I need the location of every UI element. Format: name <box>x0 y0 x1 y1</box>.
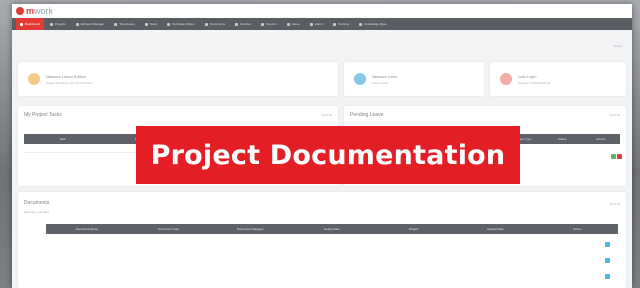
nav-icon <box>309 22 313 26</box>
logo-text: work <box>34 6 54 16</box>
title-banner: Project Documentation <box>136 126 520 184</box>
nav-label: Purchase Orders <box>172 22 195 26</box>
nav-label: Dashboard <box>25 22 40 26</box>
panel-title: Documents <box>24 200 50 206</box>
nav-label: Timesheets <box>119 22 135 26</box>
nav-label: Reports <box>266 22 277 26</box>
column-header[interactable]: Expiry Date <box>291 227 373 231</box>
nav-label: Invoices <box>240 22 252 26</box>
column-header[interactable]: Actions <box>581 137 620 141</box>
nav-item-documents[interactable]: Documents <box>201 18 229 30</box>
nav-icon <box>204 22 208 26</box>
panel-title: Pending Leave <box>350 112 384 118</box>
logo-prefix: m <box>26 6 35 16</box>
breadcrumb[interactable]: Home <box>614 44 622 48</box>
nav-label: Admin <box>314 22 324 26</box>
nav-item-leave[interactable]: Leave <box>283 18 304 30</box>
nav-icon <box>75 22 79 26</box>
column-header[interactable]: Status <box>543 137 582 141</box>
column-header[interactable]: Upload Date <box>455 227 537 231</box>
main-nav: Dashboard Projects Address Manager Timeshee… <box>12 18 632 30</box>
links-icon <box>354 73 366 85</box>
column-header[interactable]: Project <box>373 227 455 231</box>
stat-title: Network Latest Edition <box>46 73 87 79</box>
panel-subtitle: Recently uploaded <box>24 210 49 214</box>
view-document-button[interactable] <box>605 242 610 247</box>
nav-item-reports[interactable]: Reports <box>257 18 281 30</box>
nav-label: Projects <box>54 22 66 26</box>
stat-subtitle: Project Numbers: 43 of this Period <box>46 80 92 85</box>
nav-item-invoices[interactable]: Invoices <box>231 18 255 30</box>
column-header[interactable]: Document Type <box>128 227 210 231</box>
nav-item-purchase-orders[interactable]: Purchase Orders <box>163 18 199 30</box>
view-all-link[interactable]: View All <box>610 113 620 117</box>
column-header[interactable]: Document Name <box>46 227 128 231</box>
panel-title: My Project Tasks <box>24 112 62 118</box>
nav-item-tasks[interactable]: Tasks <box>141 18 162 30</box>
nav-icon <box>235 22 239 26</box>
nav-item-address-manager[interactable]: Address Manager <box>72 18 109 30</box>
nav-label: Tasks <box>149 22 158 26</box>
nav-item-admin[interactable]: Admin <box>306 18 328 30</box>
nav-icon <box>49 22 53 26</box>
stat-card-network-links[interactable]: Network Links Active Links <box>344 62 484 96</box>
view-all-link[interactable]: View All <box>610 202 620 206</box>
nav-label: Knowledge Base <box>364 22 387 26</box>
top-bar: m work <box>12 4 632 18</box>
stat-title: Last Login <box>518 73 537 79</box>
edition-icon <box>28 73 40 85</box>
nav-label: Documents <box>209 22 226 26</box>
logo-icon <box>16 7 24 15</box>
nav-item-settings[interactable]: Settings <box>329 18 353 30</box>
nav-item-projects[interactable]: Projects <box>46 18 70 30</box>
nav-label: Settings <box>338 22 350 26</box>
nav-icon <box>333 22 337 26</box>
stat-title: Network Links <box>372 73 398 79</box>
stat-subtitle: Active Links <box>372 80 389 85</box>
column-header[interactable]: Task <box>24 137 101 141</box>
stat-card-last-login[interactable]: Last Login Session: 9/12/2018 9:44 <box>490 62 626 96</box>
view-all-link[interactable]: View All <box>322 113 332 117</box>
nav-icon <box>261 22 265 26</box>
nav-icon <box>20 22 23 26</box>
documents-panel: Documents Recently uploaded View All Doc… <box>18 192 626 288</box>
nav-icon <box>114 22 118 26</box>
nav-item-knowledge-base[interactable]: Knowledge Base <box>355 18 391 30</box>
app-logo[interactable]: m work <box>16 6 53 16</box>
stat-subtitle: Session: 9/12/2018 9:44 <box>518 80 551 85</box>
view-document-button[interactable] <box>605 274 610 279</box>
stat-card-latest-edition[interactable]: Network Latest Edition Project Numbers: … <box>18 62 338 96</box>
nav-icon <box>286 22 290 26</box>
nav-icon <box>359 22 363 26</box>
approve-button[interactable] <box>611 154 616 159</box>
nav-label: Leave <box>291 22 300 26</box>
reject-button[interactable] <box>617 154 622 159</box>
column-header[interactable]: Action <box>536 227 618 231</box>
nav-item-timesheets[interactable]: Timesheets <box>110 18 138 30</box>
login-icon <box>500 73 512 85</box>
nav-icon <box>144 22 148 26</box>
view-document-button[interactable] <box>605 258 610 263</box>
nav-item-dashboard[interactable]: Dashboard <box>16 18 44 30</box>
nav-icon <box>167 22 171 26</box>
nav-label: Address Manager <box>80 22 105 26</box>
column-header[interactable]: Document Category <box>209 227 291 231</box>
table-header: Document Name Document Type Document Categ… <box>46 224 618 234</box>
